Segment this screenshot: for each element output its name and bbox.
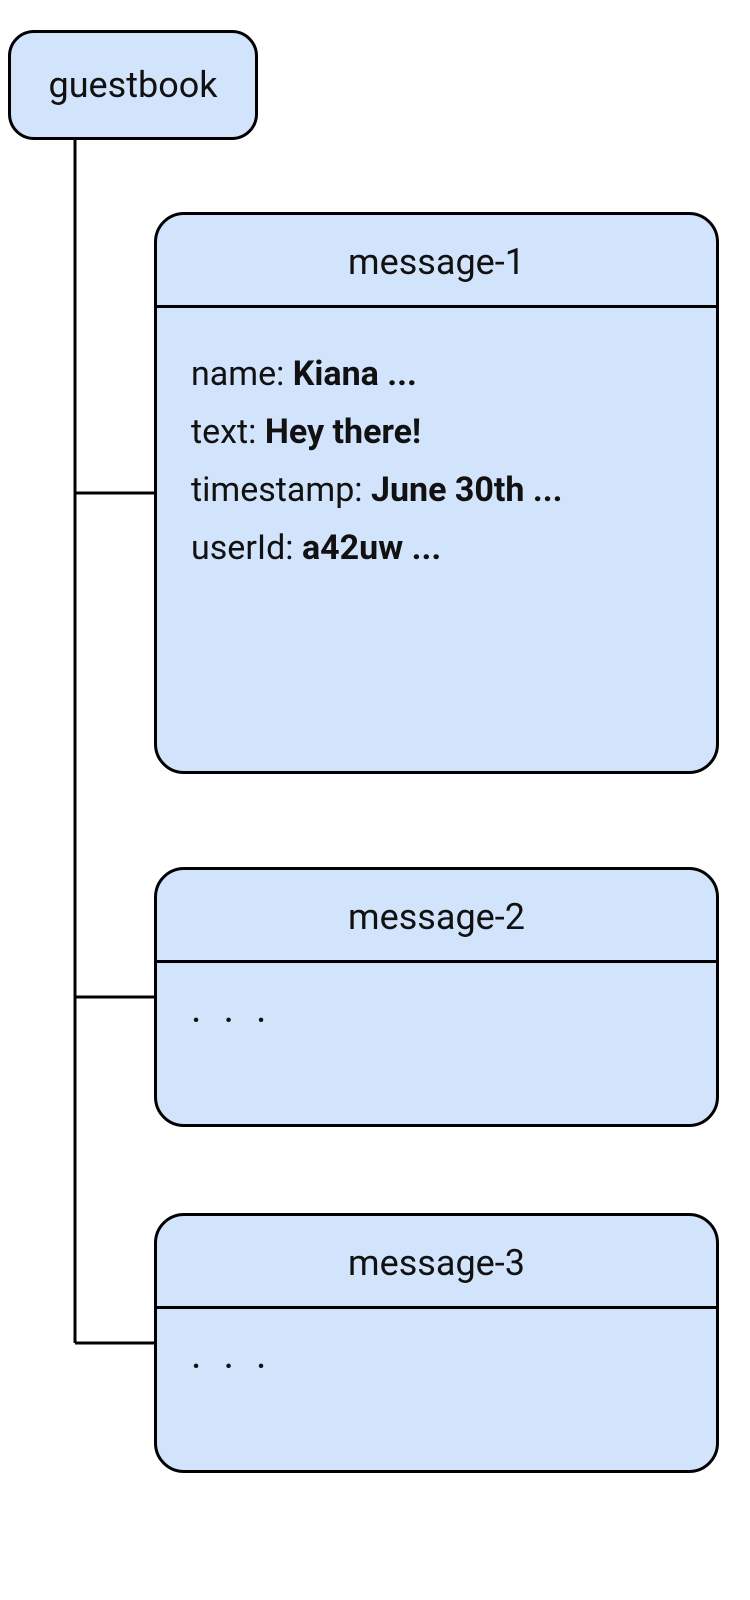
field-text: text: Hey there! — [191, 412, 682, 452]
field-value: Hey there! — [265, 412, 421, 452]
guestbook-root-node: guestbook — [8, 30, 258, 140]
message-2-header: message-2 — [157, 870, 716, 963]
field-key: userId: — [191, 528, 302, 568]
message-2-card: message-2 . . . — [154, 867, 719, 1127]
field-key: name: — [191, 354, 293, 394]
field-name: name: Kiana ... — [191, 354, 682, 394]
message-1-body: name: Kiana ... text: Hey there! timesta… — [157, 308, 716, 620]
message-3-header: message-3 — [157, 1216, 716, 1309]
message-2-ellipsis: . . . — [157, 963, 716, 1066]
message-3-card: message-3 . . . — [154, 1213, 719, 1473]
field-timestamp: timestamp: June 30th ... — [191, 470, 682, 510]
message-1-header: message-1 — [157, 215, 716, 308]
field-key: timestamp: — [191, 470, 371, 510]
field-value: June 30th ... — [371, 470, 563, 510]
field-value: Kiana ... — [293, 354, 417, 394]
field-value: a42uw ... — [302, 528, 441, 568]
field-key: text: — [191, 412, 265, 452]
field-userid: userId: a42uw ... — [191, 528, 682, 568]
guestbook-root-label: guestbook — [48, 64, 217, 106]
message-1-card: message-1 name: Kiana ... text: Hey ther… — [154, 212, 719, 774]
message-3-ellipsis: . . . — [157, 1309, 716, 1412]
